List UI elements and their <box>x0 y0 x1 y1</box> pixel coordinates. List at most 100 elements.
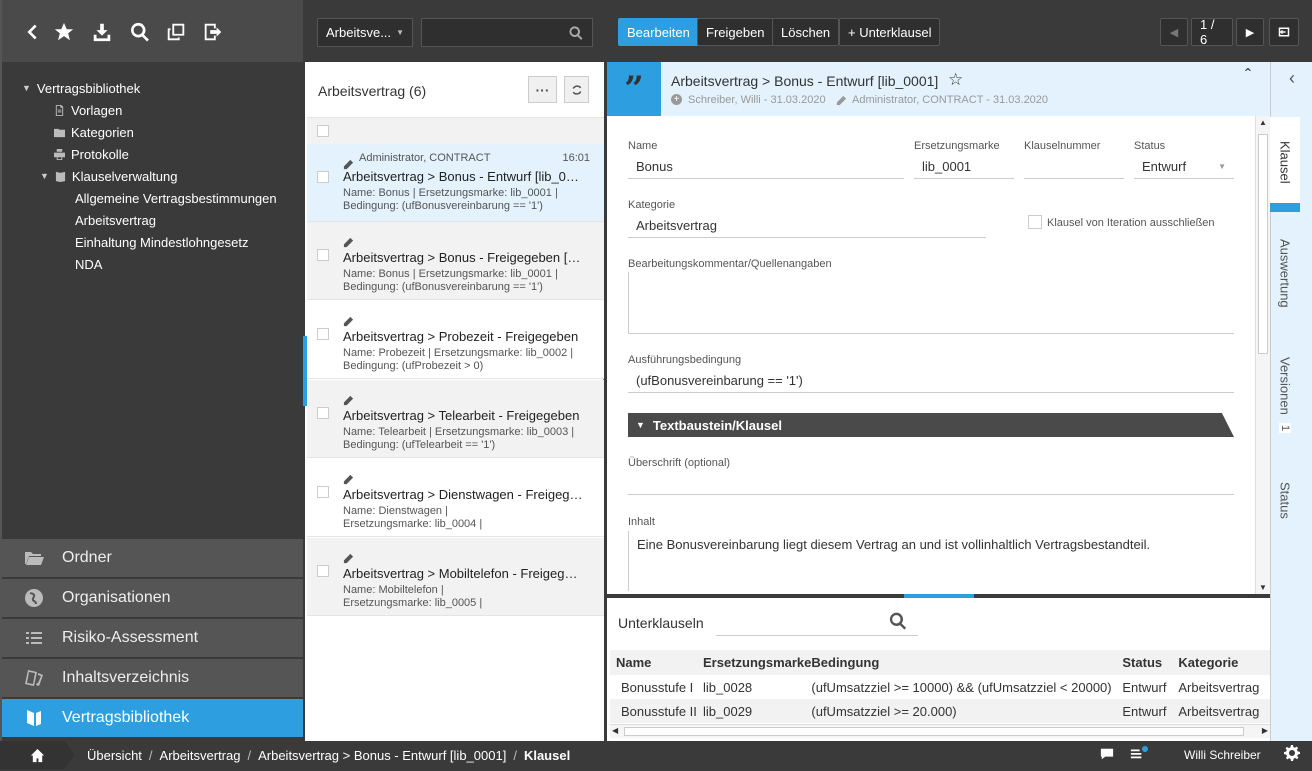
col-header[interactable]: Name <box>610 650 703 675</box>
notifications-button[interactable] <box>1130 746 1148 764</box>
list-item-checkbox[interactable] <box>317 328 329 340</box>
home-button[interactable] <box>0 741 74 769</box>
add-subclause-button[interactable]: + Unterklausel <box>839 18 941 46</box>
list-item[interactable]: Arbeitsvertrag > Probezeit - Freigegeben… <box>307 301 604 379</box>
collapse-right-icon[interactable]: ‹ <box>1289 68 1295 89</box>
list-item[interactable]: Arbeitsvertrag > Mobiltelefon - Freigege… <box>307 538 604 616</box>
hscroll-thumb[interactable] <box>624 727 1244 736</box>
delete-button[interactable]: Löschen <box>772 18 840 46</box>
tree-item-vertragsbibliothek[interactable]: ▼ Vertragsbibliothek <box>22 78 140 98</box>
download-icon[interactable] <box>88 18 116 46</box>
status-value: Entwurf <box>1142 159 1187 174</box>
col-header[interactable]: Ersetzungsmarke <box>703 650 811 675</box>
detail-header: ” Arbeitsvertrag > Bonus - Entwurf [lib_… <box>607 62 1270 116</box>
nav-ordner[interactable]: Ordner <box>2 539 303 577</box>
search-icon[interactable] <box>126 18 154 46</box>
release-button[interactable]: Freigeben <box>697 18 774 46</box>
category-field[interactable]: Arbeitsvertrag <box>628 214 986 238</box>
tree-item-protokolle[interactable]: Protokolle <box>54 144 129 164</box>
tab-klausel[interactable]: Klausel <box>1270 125 1300 200</box>
nav-inhaltsverzeichnis[interactable]: Inhaltsverzeichnis <box>2 659 303 697</box>
list-item-title: Arbeitsvertrag > Dienstwagen - Freigegeb… <box>343 487 583 502</box>
nav-vertragsbibliothek[interactable]: Vertragsbibliothek <box>2 699 303 737</box>
list-item[interactable]: Arbeitsvertrag > Telearbeit - Freigegebe… <box>307 380 604 458</box>
tree-label: Protokolle <box>71 146 129 162</box>
marker-label: Ersetzungsmarke <box>914 140 1000 152</box>
copy-window-icon[interactable] <box>162 18 190 46</box>
scroll-left-icon[interactable]: ◀ <box>612 726 618 735</box>
col-header[interactable]: Status <box>1122 650 1178 675</box>
tab-versionen[interactable]: Versionen 1 <box>1270 345 1300 445</box>
category-select[interactable]: Arbeitsve... ▼ <box>317 18 413 47</box>
tree-item-nda[interactable]: NDA <box>75 254 102 274</box>
list-item[interactable]: Arbeitsvertrag > Bonus - Freigegeben [li… <box>307 222 604 300</box>
more-button[interactable]: ··· <box>528 76 557 103</box>
scroll-up-icon[interactable]: ▲ <box>1259 118 1267 127</box>
gear-icon <box>1284 745 1300 761</box>
col-header[interactable]: Bedingung <box>811 650 1122 675</box>
chat-button[interactable] <box>1100 747 1116 763</box>
tab-active-indicator <box>1270 203 1300 212</box>
list-item-checkbox[interactable] <box>317 565 329 577</box>
number-field[interactable] <box>1024 155 1124 179</box>
star-outline-icon[interactable]: ☆ <box>948 70 963 90</box>
settings-button[interactable] <box>1284 745 1302 763</box>
cell: Entwurf <box>1122 679 1167 695</box>
section-header[interactable]: ▼ Textbaustein/Klausel <box>628 413 1234 437</box>
logout-icon[interactable] <box>199 18 227 46</box>
comment-field[interactable] <box>628 272 1234 334</box>
condition-field[interactable]: (ufBonusvereinbarung == '1') <box>628 369 1234 393</box>
tree-item-klauselverwaltung[interactable]: ▼ Klauselverwaltung <box>40 166 177 186</box>
name-field[interactable]: Bonus <box>628 155 904 179</box>
tab-auswertung[interactable]: Auswertung <box>1270 228 1300 318</box>
select-all-checkbox[interactable] <box>317 125 329 137</box>
heading-field[interactable] <box>628 471 1234 495</box>
edit-button[interactable]: Bearbeiten <box>618 18 699 46</box>
list-item-checkbox[interactable] <box>317 171 329 183</box>
form-scrollbar[interactable]: ▲ ▼ <box>1255 116 1270 594</box>
list-item-checkbox[interactable] <box>317 407 329 419</box>
chat-icon <box>1100 748 1114 760</box>
nav-organisationen[interactable]: Organisationen <box>2 579 303 617</box>
breadcrumb-item[interactable]: Arbeitsvertrag <box>160 748 241 763</box>
breadcrumb-item[interactable]: Übersicht <box>87 748 142 763</box>
scroll-down-icon[interactable]: ▼ <box>1259 583 1267 592</box>
table-row[interactable]: Bonusstufe II lib_0029 (ufUmsatzziel >= … <box>610 699 1270 723</box>
star-icon[interactable] <box>50 18 78 46</box>
back-icon[interactable] <box>18 18 46 46</box>
nav-risiko-assessment[interactable]: Risiko-Assessment <box>2 619 303 657</box>
collapse-chevron-icon[interactable]: ˆ <box>1245 66 1251 87</box>
tree-item-arbeitsvertrag[interactable]: Arbeitsvertrag <box>75 210 156 230</box>
close-panel-button[interactable] <box>1269 18 1299 46</box>
next-button[interactable]: ▶ <box>1236 18 1264 46</box>
list-item-checkbox[interactable] <box>317 486 329 498</box>
list-item-checkbox[interactable] <box>317 249 329 261</box>
list-item[interactable]: Arbeitsvertrag > Dienstwagen - Freigegeb… <box>307 459 604 537</box>
list-search-input[interactable] <box>421 18 593 47</box>
breadcrumb-item[interactable]: Arbeitsvertrag > Bonus - Entwurf [lib_00… <box>258 748 506 763</box>
exclude-checkbox[interactable] <box>1028 215 1042 229</box>
search-icon[interactable] <box>568 25 584 41</box>
marker-field[interactable]: lib_0001 <box>914 155 1014 179</box>
tree-item-vorlagen[interactable]: Vorlagen <box>54 100 122 120</box>
home-icon <box>30 748 44 762</box>
search-icon[interactable] <box>888 611 908 631</box>
col-header[interactable]: Kategorie <box>1178 650 1270 675</box>
tree-item-kategorien[interactable]: Kategorien <box>54 122 134 142</box>
list-item-meta: Name: Dienstwagen | Ersetzungsmarke: lib_… <box>343 505 593 531</box>
scroll-right-icon[interactable]: ▶ <box>1262 726 1268 735</box>
tree-label: Arbeitsvertrag <box>75 212 156 228</box>
table-row[interactable]: Bonusstufe I lib_0028 (ufUmsatzziel >= 1… <box>610 675 1270 699</box>
status-select[interactable]: Entwurf ▼ <box>1134 155 1234 179</box>
list-item[interactable]: Administrator, CONTRACT 16:01 Arbeitsver… <box>307 144 604 222</box>
tab-status[interactable]: Status <box>1270 475 1300 525</box>
user-name[interactable]: Willi Schreiber <box>1184 748 1261 762</box>
subclauses-search-input[interactable] <box>716 606 918 636</box>
tree-item-mindestlohn[interactable]: Einhaltung Mindestlohngesetz <box>75 232 248 252</box>
refresh-button[interactable] <box>564 76 589 103</box>
table-hscrollbar[interactable]: ◀ ▶ <box>610 724 1270 738</box>
tree-item-allgemeine[interactable]: Allgemeine Vertragsbestimmungen <box>75 188 277 208</box>
prev-button[interactable]: ◀ <box>1160 18 1188 46</box>
content-editor[interactable]: Eine Bonusvereinbarung liegt diesem Vert… <box>628 531 1234 591</box>
scroll-thumb[interactable] <box>1258 134 1268 354</box>
